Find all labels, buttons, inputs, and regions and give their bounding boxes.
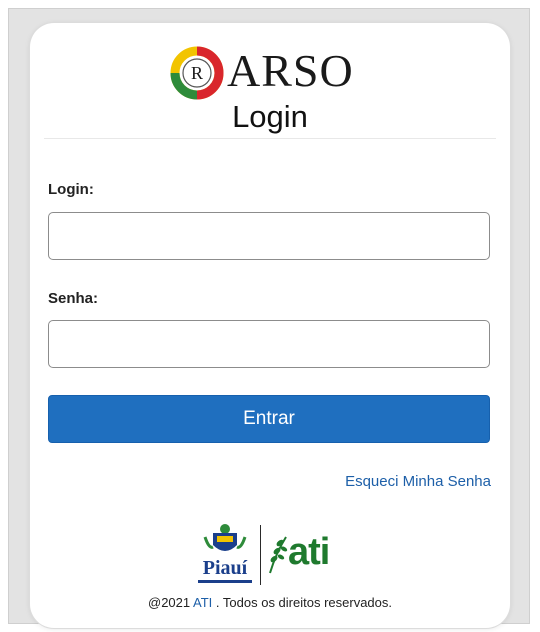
logo-separator (260, 525, 261, 585)
senha-label: Senha: (48, 290, 99, 307)
forgot-password-link[interactable]: Esqueci Minha Senha (345, 473, 491, 490)
footer-prefix: @2021 (148, 595, 191, 610)
footer: @2021 ATI . Todos os direitos reservados… (30, 595, 510, 610)
arso-emblem-icon: R (170, 46, 224, 100)
page-title: Login (232, 99, 308, 134)
entrar-button[interactable]: Entrar (48, 395, 490, 443)
login-input[interactable] (48, 212, 490, 260)
senha-input[interactable] (48, 320, 490, 368)
coat-of-arms-icon (203, 524, 247, 551)
login-label: Login: (48, 181, 94, 198)
footer-suffix: . Todos os direitos reservados. (215, 595, 392, 610)
partner-logos: Piauí ati (188, 523, 358, 591)
piaui-logo: Piauí (192, 523, 258, 589)
ati-logo: ati (266, 527, 358, 583)
footer-ati-link[interactable]: ATI (193, 595, 212, 610)
piaui-wordmark: Piauí (202, 557, 248, 579)
emblem-letter: R (191, 63, 203, 83)
gov-underline (198, 580, 252, 583)
header-divider (44, 138, 496, 139)
leaf-icon (269, 536, 288, 574)
logo-text: ARSO (227, 45, 354, 96)
ati-wordmark: ati (288, 531, 330, 573)
arso-logo: R ARSO (30, 41, 510, 100)
login-card: R ARSO Login Login: Senha: Entrar Esquec… (30, 23, 510, 628)
